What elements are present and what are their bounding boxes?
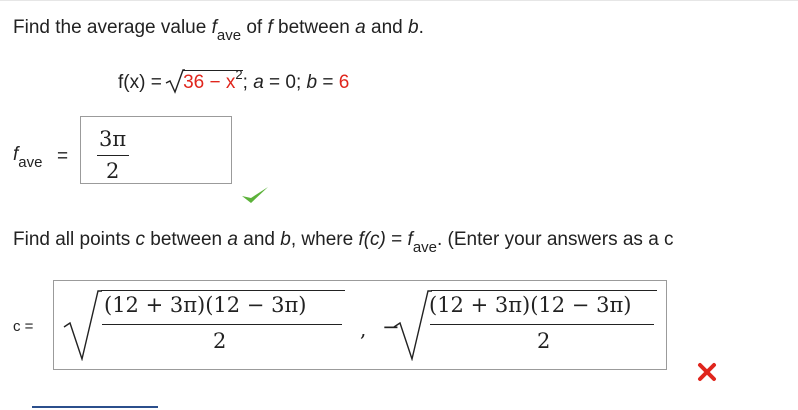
sqrt-icon (393, 290, 432, 361)
radical-overline (101, 290, 345, 292)
equals-sign: = (57, 146, 69, 167)
separator: , (360, 317, 367, 341)
check-icon (242, 187, 268, 203)
c-answer-field[interactable]: (12 + 3π)(12 − 3π) 2 , − (12 + 3π)(12 − … (53, 280, 667, 370)
fraction-bar (430, 324, 654, 326)
problem1-heading: Find the average value fave of f between… (13, 17, 424, 44)
root1-numerator: (12 + 3π)(12 − 3π) (104, 293, 307, 317)
root2-denominator: 2 (537, 329, 551, 353)
root2-numerator: (12 + 3π)(12 − 3π) (429, 293, 632, 317)
fave-answer-field[interactable]: 3π 2 (80, 116, 232, 184)
fraction-bar (102, 324, 342, 326)
fave-numerator: 3π (99, 127, 127, 151)
submit-button-edge[interactable] (32, 406, 158, 408)
sqrt-icon (63, 290, 102, 361)
radical-overline (431, 290, 657, 292)
problem2-heading: Find all points c between a and b, where… (13, 229, 674, 256)
top-divider (0, 0, 798, 7)
fave-label: fave (13, 144, 43, 171)
cross-icon (698, 363, 716, 381)
c-label: c = (13, 318, 34, 335)
radicand: 36 − x2 (183, 67, 243, 93)
fraction-bar (97, 155, 129, 157)
function-definition: f(x) = 36 − x2; a = 0; b = 6 (118, 67, 350, 94)
fave-denominator: 2 (106, 159, 120, 183)
root1-denominator: 2 (213, 329, 227, 353)
